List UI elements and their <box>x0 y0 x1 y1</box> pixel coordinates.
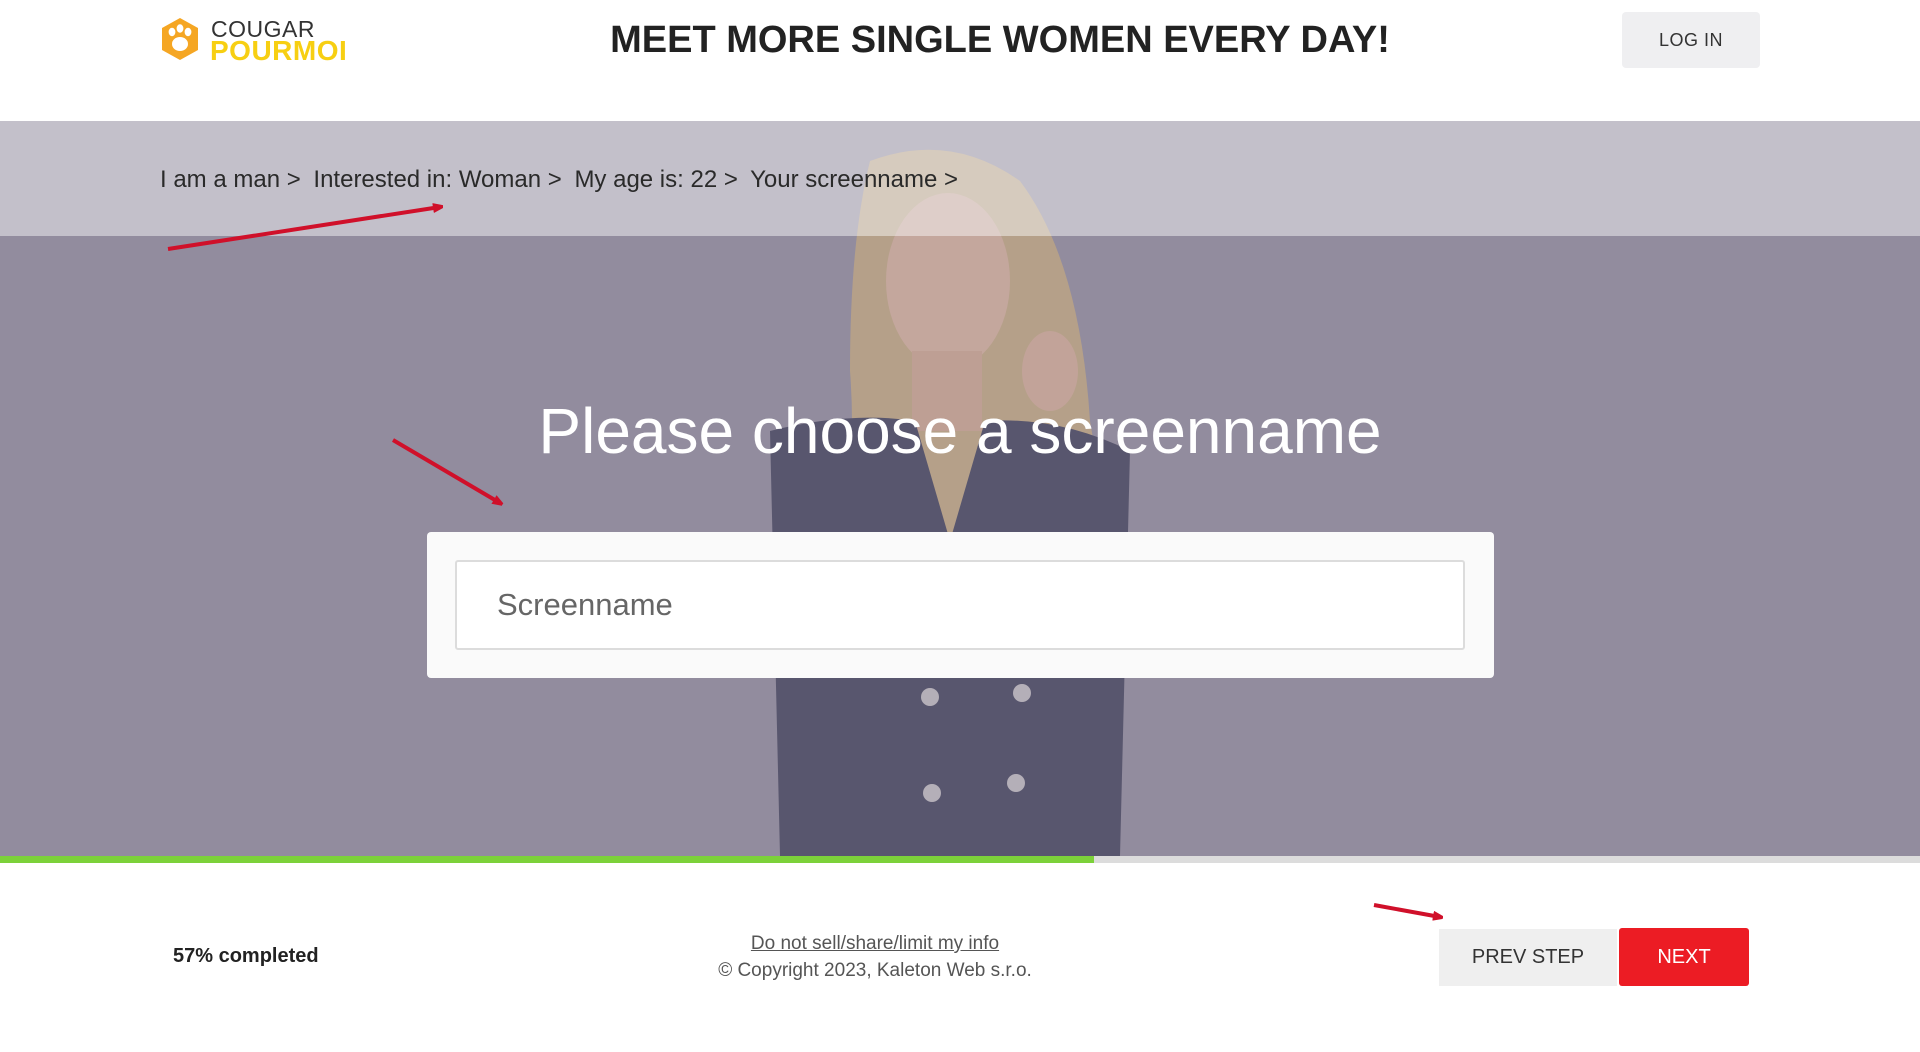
screenname-form-card <box>427 532 1494 678</box>
paw-logo-icon <box>162 18 198 60</box>
hero-section: I am a man > Interested in: Woman > My a… <box>0 121 1920 856</box>
logo-wordmark-bottom: POURMOI <box>210 35 348 66</box>
next-button[interactable]: NEXT <box>1619 928 1749 986</box>
copyright-text: © Copyright 2023, Kaleton Web s.r.o. <box>718 960 1032 981</box>
breadcrumb-item-age[interactable]: My age is: 22 > <box>574 166 737 193</box>
breadcrumb-item-interest[interactable]: Interested in: Woman > <box>313 166 561 193</box>
brand-logo[interactable]: COUGAR POURMOI <box>158 17 373 66</box>
progress-bar <box>0 856 1920 863</box>
site-header: COUGAR POURMOI MEET MORE SINGLE WOMEN EV… <box>0 0 1920 121</box>
footer-legal: Do not sell/share/limit my info © Copyri… <box>620 930 1130 984</box>
prev-step-button[interactable]: PREV STEP <box>1439 929 1617 986</box>
breadcrumb: I am a man > Interested in: Woman > My a… <box>160 166 964 194</box>
screenname-input[interactable] <box>455 560 1465 650</box>
page-headline: MEET MORE SINGLE WOMEN EVERY DAY! <box>610 19 1390 61</box>
breadcrumb-item-gender[interactable]: I am a man > <box>160 166 301 193</box>
breadcrumb-item-screenname: Your screenname > <box>750 166 959 193</box>
privacy-link[interactable]: Do not sell/share/limit my info <box>751 933 999 954</box>
annotation-arrow-next <box>1373 903 1440 917</box>
step-title: Please choose a screenname <box>538 395 1382 467</box>
login-button[interactable]: LOG IN <box>1622 12 1760 68</box>
progress-label: 57% completed <box>173 945 319 967</box>
progress-bar-fill <box>0 856 1095 863</box>
